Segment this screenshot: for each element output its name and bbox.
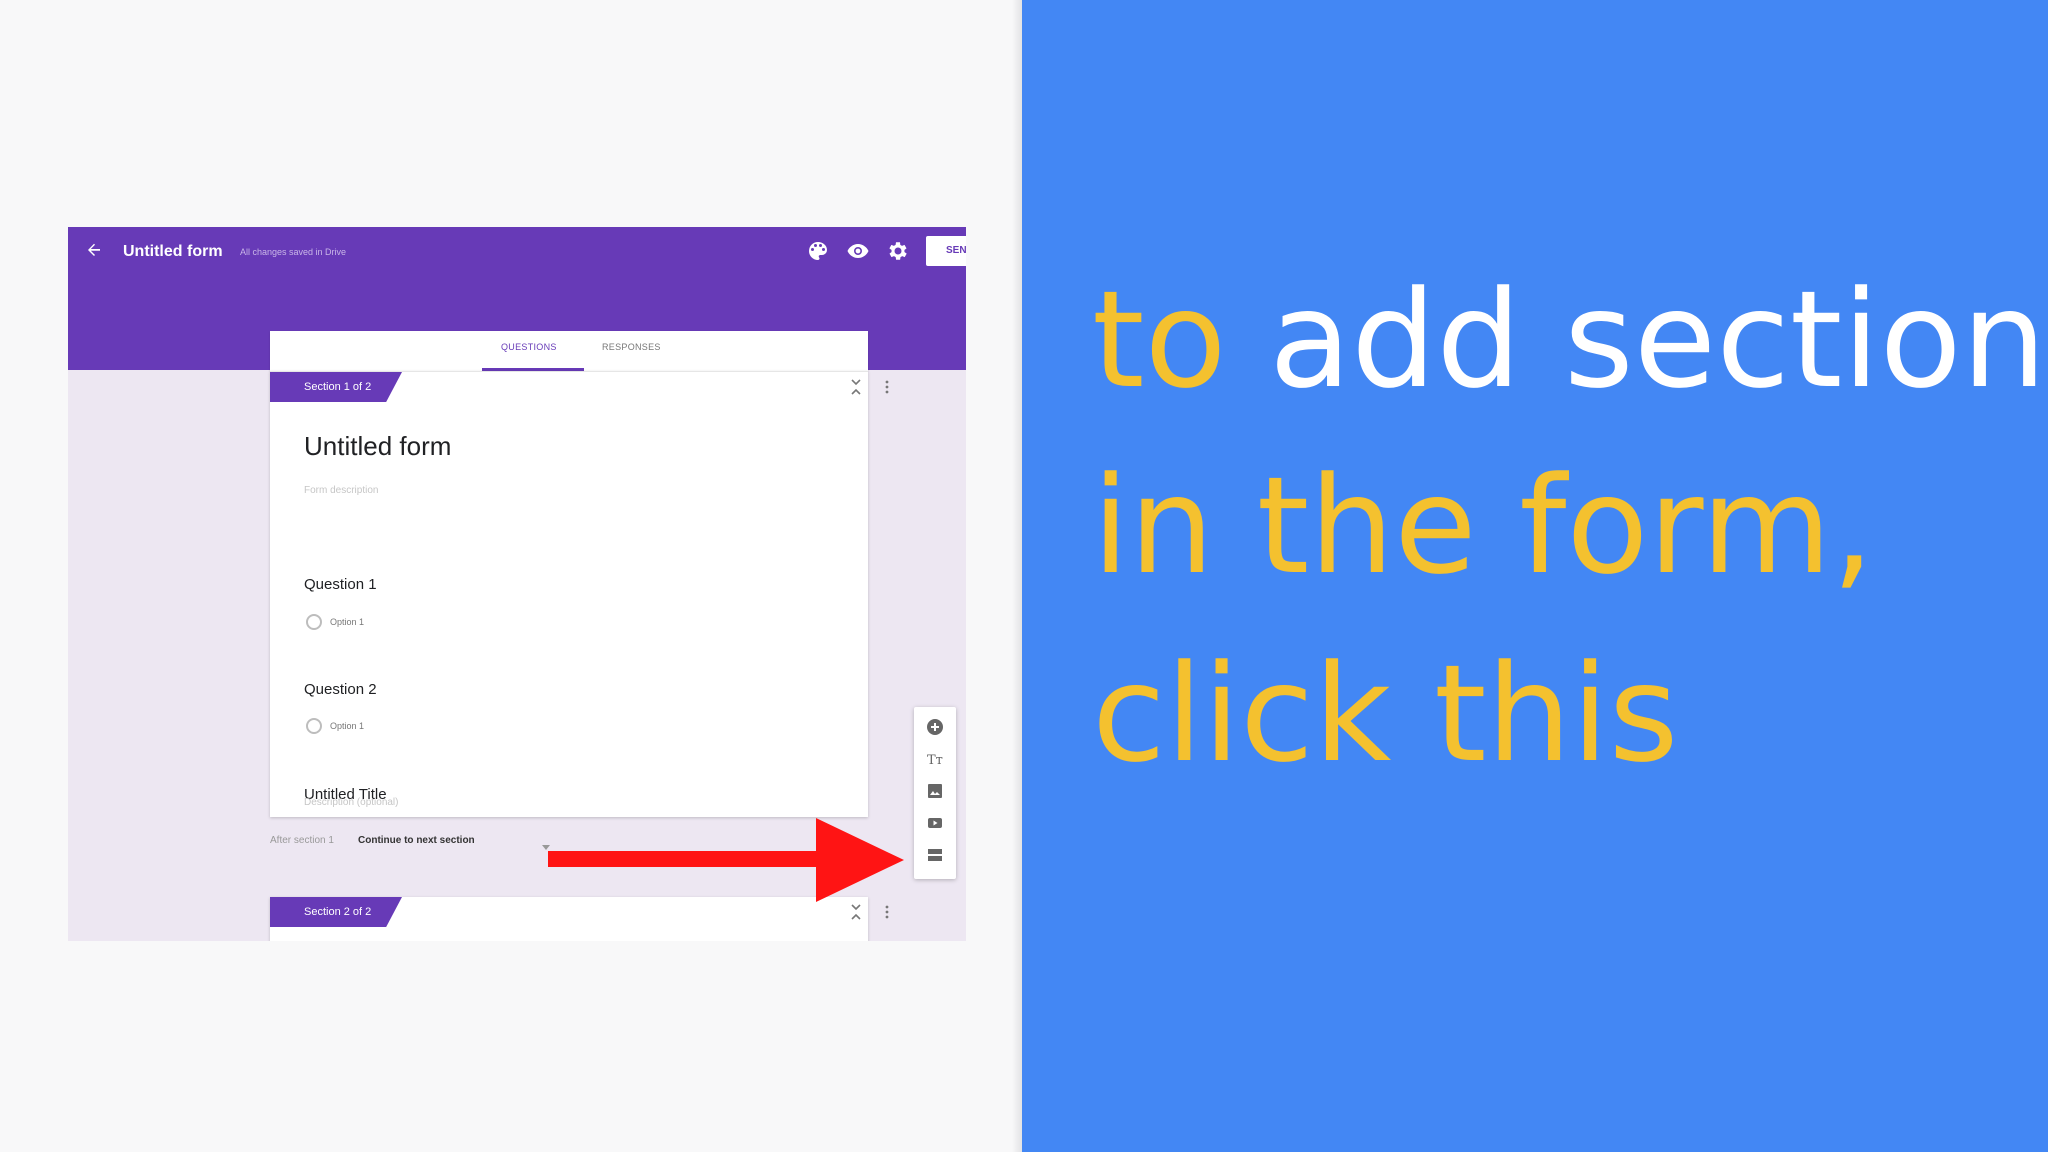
add-title-icon[interactable]: Tт <box>925 749 945 769</box>
tab-responses[interactable]: RESPONSES <box>602 341 661 353</box>
caption-line-2: in the form, <box>1092 448 1875 604</box>
more-vert-icon[interactable] <box>884 379 890 395</box>
send-button[interactable]: SEN <box>926 236 966 266</box>
red-pointer-arrow <box>548 818 904 902</box>
caption-line-1: to add section <box>1092 270 2047 410</box>
caption-line-3: click this <box>1092 636 1679 792</box>
add-image-icon[interactable] <box>925 781 945 801</box>
back-arrow-icon[interactable] <box>86 241 108 263</box>
after-section-select[interactable]: Continue to next section <box>358 834 475 848</box>
form-side-toolbar: Tт <box>914 707 956 879</box>
question-1-title[interactable]: Question 1 <box>304 575 377 595</box>
form-description[interactable]: Form description <box>304 485 378 497</box>
section-1-card: Section 1 of 2 Untitled form Form descri… <box>270 371 889 817</box>
add-section-icon[interactable] <box>925 845 945 865</box>
caption-add-section: add section <box>1226 262 2047 418</box>
eye-icon[interactable] <box>846 239 870 263</box>
after-section-row: After section 1 Continue to next section <box>270 834 590 850</box>
form-title[interactable]: Untitled form <box>304 430 451 462</box>
form-app-title[interactable]: Untitled form <box>123 241 223 263</box>
question-1-option[interactable]: Option 1 <box>330 616 364 628</box>
question-1-radio[interactable] <box>306 614 322 630</box>
collapse-section-icon[interactable] <box>849 379 863 395</box>
palette-icon[interactable] <box>806 239 830 263</box>
add-question-icon[interactable] <box>925 717 945 737</box>
section-2-badge: Section 2 of 2 <box>270 897 402 927</box>
question-2-radio[interactable] <box>306 718 322 734</box>
title-block-description[interactable]: Description (optional) <box>304 797 399 809</box>
save-status: All changes saved in Drive <box>240 247 347 257</box>
question-2-title[interactable]: Question 2 <box>304 680 377 700</box>
tab-questions[interactable]: QUESTIONS <box>501 341 557 353</box>
tabs-bar: QUESTIONS RESPONSES <box>270 331 868 371</box>
section-1-label: Section 1 of 2 <box>304 381 372 393</box>
after-section-label: After section 1 <box>270 835 334 846</box>
gear-icon[interactable] <box>885 239 909 263</box>
section-1-badge: Section 1 of 2 <box>270 372 402 402</box>
svg-text:Tт: Tт <box>927 753 943 768</box>
section-2-label: Section 2 of 2 <box>304 906 372 918</box>
section-2-card: Section 2 of 2 <box>270 897 889 941</box>
more-vert-2-icon[interactable] <box>884 904 890 920</box>
caption-word-to: to <box>1092 262 1227 418</box>
question-2-option[interactable]: Option 1 <box>330 720 364 732</box>
collapse-section-2-icon[interactable] <box>849 904 863 920</box>
add-video-icon[interactable] <box>925 813 945 833</box>
